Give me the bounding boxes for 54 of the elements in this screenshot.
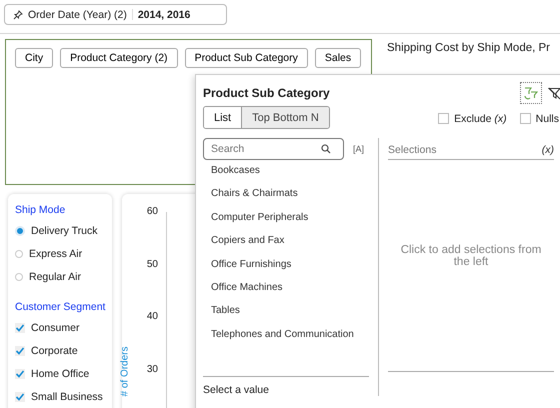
filter-toggle-icon[interactable] xyxy=(520,82,542,104)
customer-segment-title: Customer Segment xyxy=(15,300,106,313)
y-tick-label: 30 xyxy=(146,364,158,376)
option-label: Consumer xyxy=(31,322,80,334)
popup-title: Product Sub Category xyxy=(203,86,330,100)
exclude-label: Exclude (x) xyxy=(454,112,507,124)
y-tick-label: 50 xyxy=(146,258,158,272)
option-label: Small Business xyxy=(31,391,103,404)
filter-value: 2014, 2016 xyxy=(138,8,190,20)
empty-message: Click to add selections from the left xyxy=(400,244,542,270)
list-item[interactable]: Office Machines xyxy=(211,280,369,304)
list-item[interactable]: Telephones and Communication xyxy=(211,328,369,352)
tab[interactable]: List xyxy=(204,107,242,128)
checkbox[interactable] xyxy=(15,346,25,356)
y-tick-label: 60 xyxy=(146,206,158,219)
nulls-label: Nulls xyxy=(536,112,559,124)
option-label: Delivery Truck xyxy=(31,224,98,237)
nulls-checkbox[interactable] xyxy=(520,113,531,124)
checkbox[interactable] xyxy=(15,392,25,402)
search-field[interactable]: Search xyxy=(203,138,344,160)
selections-title: Selections xyxy=(388,144,436,156)
column-chip[interactable]: City xyxy=(15,48,54,68)
radio-button[interactable] xyxy=(15,226,25,236)
y-tick-label: 40 xyxy=(146,311,158,324)
exclude-checkbox[interactable] xyxy=(438,113,450,124)
list-item[interactable]: Office Furnishings xyxy=(211,258,369,281)
list-item[interactable]: Tables xyxy=(211,304,369,328)
column-chip[interactable]: Product Sub Category xyxy=(184,48,308,68)
checkbox[interactable] xyxy=(15,322,25,333)
pin-icon xyxy=(13,10,23,20)
footer-hint: Select a value xyxy=(203,376,369,396)
list-item[interactable]: Copiers and Fax xyxy=(211,234,369,258)
ship-mode-title: Ship Mode xyxy=(15,204,66,216)
case-toggle[interactable]: [A] xyxy=(353,144,364,154)
option-label: Home Office xyxy=(31,368,90,380)
search-icon xyxy=(321,144,331,154)
tab[interactable]: Top Bottom N xyxy=(242,107,329,128)
radio-button[interactable] xyxy=(15,273,23,282)
checkbox[interactable] xyxy=(15,369,25,380)
y-axis-label: # of Orders xyxy=(120,346,131,397)
list-item[interactable]: Bookcases xyxy=(211,164,369,188)
list-item[interactable]: Chairs & Chairmats xyxy=(211,187,369,211)
option-label: Corporate xyxy=(31,344,78,357)
column-chip[interactable]: Sales xyxy=(314,48,362,68)
clear-filter-icon[interactable] xyxy=(548,86,560,100)
radio-button[interactable] xyxy=(15,250,23,258)
option-label: Regular Air xyxy=(29,271,81,284)
visualization-title: Shipping Cost by Ship Mode, Pr xyxy=(387,42,552,54)
column-chip[interactable]: Product Category (2) xyxy=(60,48,178,68)
selections-mark: (x) xyxy=(542,144,554,156)
order-date-filter[interactable]: Order Date (Year) (2) 2014, 2016 xyxy=(4,4,228,25)
list-item[interactable]: Computer Peripherals xyxy=(211,210,369,234)
option-label: Express Air xyxy=(29,248,82,260)
filter-label: Order Date (Year) (2) xyxy=(28,8,127,20)
